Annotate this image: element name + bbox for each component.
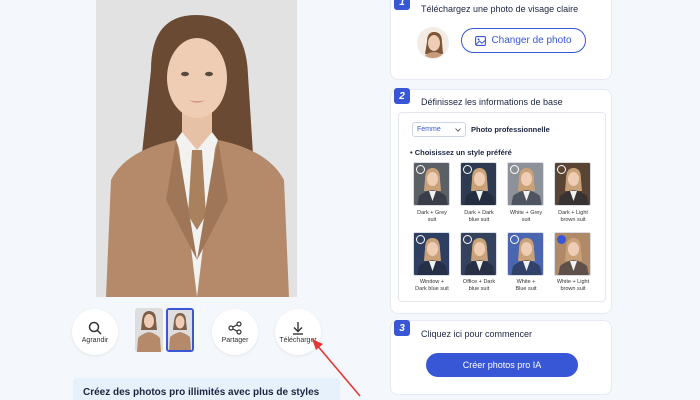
- style-option-8[interactable]: [554, 232, 591, 276]
- style-caption-line2: blue suit: [468, 286, 490, 292]
- style-caption-line1: Window +: [419, 279, 445, 285]
- radio-selected-icon[interactable]: [557, 235, 566, 244]
- style-caption-line2: suit: [521, 217, 531, 223]
- style-option-1[interactable]: [413, 162, 450, 206]
- style-option-caption: Dark + Grey suit: [407, 210, 457, 224]
- style-caption-line2: suit: [427, 217, 437, 223]
- result-thumbnail-1[interactable]: [135, 308, 163, 352]
- portrait-thumbnail-image: [135, 308, 163, 352]
- upsell-banner-text: Créez des photos pro illimités avec plus…: [83, 387, 320, 398]
- style-caption-line2: blue suit: [468, 217, 490, 223]
- upsell-banner[interactable]: Créez des photos pro illimités avec plus…: [73, 378, 340, 400]
- radio-unselected-icon[interactable]: [463, 165, 472, 174]
- result-thumbnail-2[interactable]: [166, 308, 194, 352]
- style-option-4[interactable]: [554, 162, 591, 206]
- step2-badge: 2: [394, 88, 410, 104]
- radio-unselected-icon[interactable]: [416, 165, 425, 174]
- share-button[interactable]: Partager: [212, 309, 258, 355]
- step3-badge: 3: [394, 320, 410, 336]
- uploaded-face-avatar: [417, 27, 449, 59]
- main-photo-preview: [96, 0, 297, 297]
- styles-heading: • Choisissez un style préféré: [410, 148, 512, 157]
- portrait-thumbnail-image: [168, 310, 192, 350]
- create-pro-photos-label: Créer photos pro IA: [462, 360, 542, 370]
- style-option-caption: Office + Dark blue suit: [454, 279, 504, 293]
- create-pro-photos-button[interactable]: Créer photos pro IA: [426, 353, 578, 377]
- gender-select-value: Femme: [417, 126, 441, 133]
- radio-unselected-icon[interactable]: [463, 235, 472, 244]
- change-photo-button[interactable]: Changer de photo: [461, 28, 586, 53]
- zoom-label: Agrandir: [81, 336, 109, 344]
- style-caption-line1: Dark + Dark: [464, 210, 494, 216]
- style-option-5[interactable]: [413, 232, 450, 276]
- style-caption-line1: White +: [516, 279, 536, 285]
- style-option-caption: White + Grey suit: [501, 210, 551, 224]
- radio-unselected-icon[interactable]: [510, 165, 519, 174]
- gender-select[interactable]: Femme: [412, 122, 466, 137]
- share-icon: [228, 320, 242, 335]
- change-photo-label: Changer de photo: [491, 35, 572, 46]
- style-option-caption: Window + Dark blue suit: [407, 279, 457, 293]
- step1-title: Téléchargez une photo de visage claire: [421, 4, 579, 14]
- style-caption-line2: brown suit: [560, 217, 586, 223]
- radio-unselected-icon[interactable]: [510, 235, 519, 244]
- magnifier-icon: [88, 321, 102, 335]
- style-caption-line2: Blue suit: [515, 286, 537, 292]
- zoom-button[interactable]: Agrandir: [72, 309, 118, 355]
- style-option-caption: White + Blue suit: [501, 279, 551, 293]
- style-caption-line1: White + Grey: [509, 210, 543, 216]
- style-caption-line2: brown suit: [560, 286, 586, 292]
- photo-type-label: Photo professionnelle: [471, 125, 550, 134]
- step1-badge: 1: [394, 0, 410, 10]
- style-option-3[interactable]: [507, 162, 544, 206]
- style-option-caption: White + Light brown suit: [548, 279, 598, 293]
- chevron-down-icon: [455, 127, 461, 132]
- style-option-caption: Dark + Light brown suit: [548, 210, 598, 224]
- image-icon: [475, 35, 487, 46]
- radio-unselected-icon[interactable]: [416, 235, 425, 244]
- step2-title: Définissez les informations de base: [421, 97, 563, 107]
- style-option-7[interactable]: [507, 232, 544, 276]
- style-option-caption: Dark + Dark blue suit: [454, 210, 504, 224]
- style-option-6[interactable]: [460, 232, 497, 276]
- style-caption-line1: Dark + Light: [558, 210, 588, 216]
- step3-title: Cliquez ici pour commencer: [421, 329, 533, 339]
- share-label: Partager: [221, 336, 249, 344]
- style-caption-line1: White + Light: [556, 279, 590, 285]
- style-caption-line2: Dark blue suit: [415, 286, 449, 292]
- radio-unselected-icon[interactable]: [557, 165, 566, 174]
- style-option-2[interactable]: [460, 162, 497, 206]
- style-caption-line1: Office + Dark: [462, 279, 496, 285]
- style-caption-line1: Dark + Grey: [417, 210, 447, 216]
